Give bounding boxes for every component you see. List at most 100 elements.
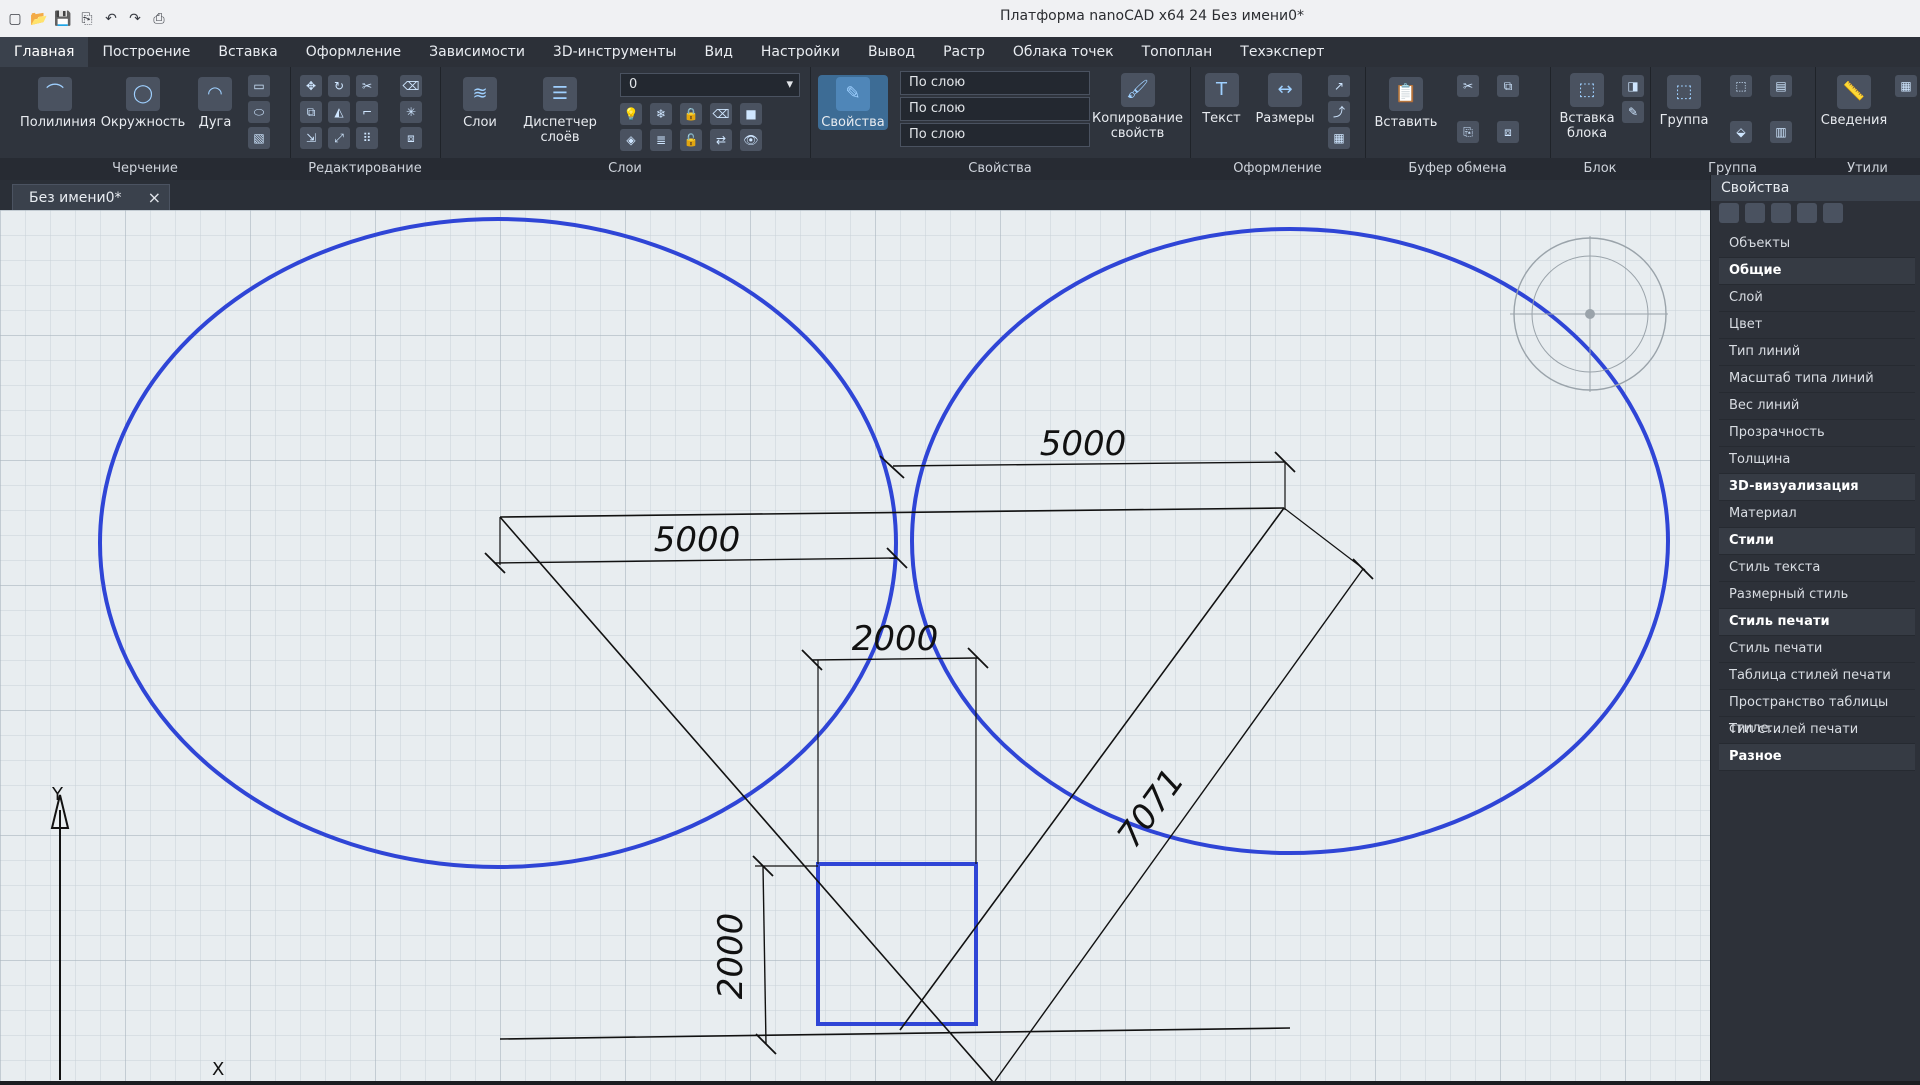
multileader-icon[interactable]: ⤴	[1328, 101, 1350, 123]
stretch-icon[interactable]: ⇲	[300, 127, 322, 149]
erase-icon[interactable]: ⌫	[400, 75, 422, 97]
circle-button[interactable]: ◯ Окружность	[98, 77, 188, 130]
explode-icon[interactable]: ✳	[400, 101, 422, 123]
tab-view[interactable]: Вид	[690, 37, 746, 67]
tab-techexpert[interactable]: Техэксперт	[1226, 37, 1338, 67]
copy-properties-button[interactable]: 🖌 Копирование свойств	[1090, 73, 1185, 141]
tab-output[interactable]: Вывод	[854, 37, 929, 67]
insert-block-button[interactable]: ⬚ Вставка блока	[1554, 73, 1620, 141]
trim-icon[interactable]: ✂	[356, 75, 378, 97]
color-select[interactable]: По слою	[900, 71, 1090, 95]
close-icon[interactable]: ×	[148, 185, 161, 211]
hatch-icon[interactable]: ▧	[248, 127, 270, 149]
tab-3d-tools[interactable]: 3D-инструменты	[539, 37, 691, 67]
eraser-layer-icon[interactable]: ⌫	[710, 103, 732, 125]
prop-group-3d[interactable]: 3D-визуализация	[1719, 474, 1915, 501]
tab-settings[interactable]: Настройки	[747, 37, 854, 67]
document-tab[interactable]: Без имени0* ×	[12, 184, 170, 212]
arc-button[interactable]: ◠ Дуга	[190, 77, 240, 130]
info-button[interactable]: 📏 Сведения	[1819, 75, 1889, 128]
rotate-icon[interactable]: ↻	[328, 75, 350, 97]
open-folder-icon[interactable]: 📂	[30, 10, 48, 28]
mirror-icon[interactable]: ◭	[328, 101, 350, 123]
create-block-icon[interactable]: ◨	[1622, 75, 1644, 97]
leader-icon[interactable]: ↗	[1328, 75, 1350, 97]
scissors-icon[interactable]: ✂	[1457, 75, 1479, 97]
offset-icon[interactable]: ⧈	[400, 127, 422, 149]
prop-color[interactable]: Цвет	[1719, 312, 1915, 339]
quick-select-icon[interactable]	[1771, 203, 1791, 223]
prop-lineweight[interactable]: Вес линий	[1719, 393, 1915, 420]
tab-topoplan[interactable]: Топоплан	[1128, 37, 1227, 67]
toggle-pickadd-icon[interactable]	[1823, 203, 1843, 223]
color-square-icon[interactable]: ■	[740, 103, 762, 125]
lineweight-select[interactable]: По слою	[900, 123, 1090, 147]
new-file-icon[interactable]: ▢	[6, 10, 24, 28]
tab-insert[interactable]: Вставка	[204, 37, 291, 67]
save-as-icon[interactable]: ⎘	[78, 10, 96, 28]
prop-group-misc[interactable]: Разное	[1719, 744, 1915, 771]
prop-linetype[interactable]: Тип линий	[1719, 339, 1915, 366]
tab-raster[interactable]: Растр	[929, 37, 999, 67]
prop-text-style[interactable]: Стиль текста	[1719, 555, 1915, 582]
copy-base-icon[interactable]: ⧈	[1497, 121, 1519, 143]
layer-select[interactable]: 0 ▾	[620, 73, 800, 97]
undo-icon[interactable]: ↶	[102, 10, 120, 28]
tab-point-clouds[interactable]: Облака точек	[999, 37, 1128, 67]
paste-button[interactable]: 📋 Вставить	[1371, 77, 1441, 130]
prop-layer[interactable]: Слой	[1719, 285, 1915, 312]
save-icon[interactable]: 💾	[54, 10, 72, 28]
layers-button[interactable]: ≋ Слои	[450, 77, 510, 130]
prop-group-general[interactable]: Общие	[1719, 258, 1915, 285]
linetype-select[interactable]: По слою	[900, 97, 1090, 121]
layer-walk-icon[interactable]: ≣	[650, 129, 672, 151]
prop-plot-style[interactable]: Стиль печати	[1719, 636, 1915, 663]
cursor-icon[interactable]	[1745, 203, 1765, 223]
group-edit-icon[interactable]: ▤	[1770, 75, 1792, 97]
prop-group-styles[interactable]: Стили	[1719, 528, 1915, 555]
prop-thickness[interactable]: Толщина	[1719, 447, 1915, 474]
group-manager-icon[interactable]: ▥	[1770, 121, 1792, 143]
tab-build[interactable]: Построение	[88, 37, 204, 67]
tab-main[interactable]: Главная	[0, 37, 89, 67]
polyline-button[interactable]: ⌒ Полилиния	[20, 77, 96, 130]
scale-icon[interactable]: ⤢	[328, 127, 350, 149]
tab-constraints[interactable]: Зависимости	[415, 37, 539, 67]
copy-clip-icon[interactable]: ⧉	[1497, 75, 1519, 97]
eye-icon[interactable]: 👁	[740, 129, 762, 151]
rectangle-icon[interactable]: ▭	[248, 75, 270, 97]
paste-special-icon[interactable]: ⎘	[1457, 121, 1479, 143]
prop-linetype-scale[interactable]: Масштаб типа линий	[1719, 366, 1915, 393]
select-objects-icon[interactable]	[1719, 203, 1739, 223]
isolate-icon[interactable]: ◈	[620, 129, 642, 151]
bulb-icon[interactable]: 💡	[620, 103, 642, 125]
dims-button[interactable]: ↔ Размеры	[1250, 73, 1320, 126]
tab-annotate[interactable]: Оформление	[292, 37, 415, 67]
edit-block-icon[interactable]: ✎	[1622, 101, 1644, 123]
prop-plot-style-table[interactable]: Таблица стилей печати	[1719, 663, 1915, 690]
properties-button[interactable]: ✎ Свойства	[818, 75, 888, 130]
redo-icon[interactable]: ↷	[126, 10, 144, 28]
lock-icon[interactable]: 🔒	[680, 103, 702, 125]
print-icon[interactable]: ⎙	[150, 10, 168, 28]
group-select-icon[interactable]: ⬙	[1730, 121, 1752, 143]
group-button[interactable]: ⬚ Группа	[1654, 75, 1714, 128]
prop-transparency[interactable]: Прозрачность	[1719, 420, 1915, 447]
text-button[interactable]: T Текст	[1194, 73, 1249, 126]
prop-objects[interactable]: Объекты	[1719, 231, 1915, 258]
calc-icon[interactable]: ▦	[1895, 75, 1917, 97]
prop-group-plot-style[interactable]: Стиль печати	[1719, 609, 1915, 636]
match-layer-icon[interactable]: ⇄	[710, 129, 732, 151]
prop-dim-style[interactable]: Размерный стиль	[1719, 582, 1915, 609]
table-icon[interactable]: ▦	[1328, 127, 1350, 149]
fillet-icon[interactable]: ⌐	[356, 101, 378, 123]
layer-manager-button[interactable]: ☰ Диспетчер слоёв	[510, 77, 610, 145]
copy-icon[interactable]: ⧉	[300, 101, 322, 123]
filter-icon[interactable]	[1797, 203, 1817, 223]
prop-material[interactable]: Материал	[1719, 501, 1915, 528]
ellipse-icon[interactable]: ⬭	[248, 101, 270, 123]
drawing-canvas[interactable]: 5000 5000 2000 2000 7071 Y X	[0, 210, 1710, 1085]
move-icon[interactable]: ✥	[300, 75, 322, 97]
array-icon[interactable]: ⠿	[356, 127, 378, 149]
unlock-icon[interactable]: 🔓	[680, 129, 702, 151]
